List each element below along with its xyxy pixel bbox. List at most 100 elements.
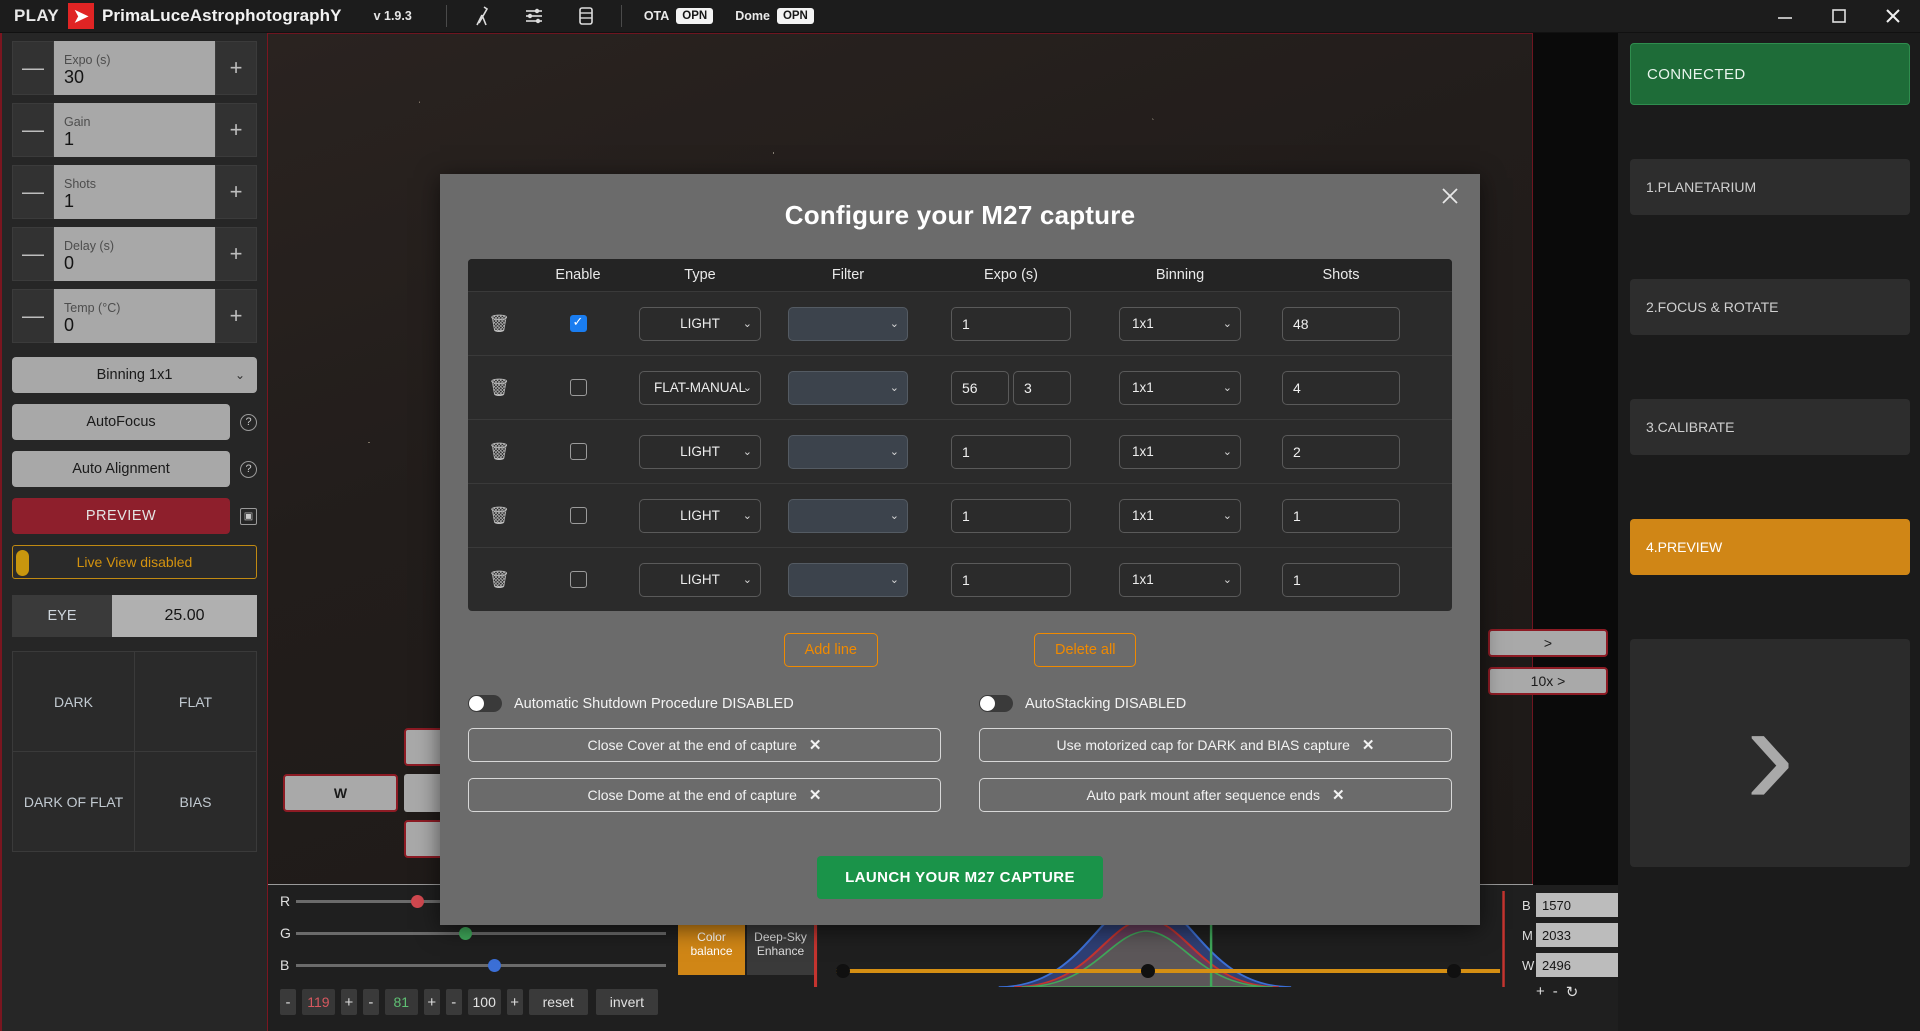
col-type: Type [684,267,716,283]
sequence-table: Enable Type Filter Expo (s) Binning Shot… [468,259,1452,611]
telescope-icon[interactable] [465,6,499,26]
checkbox-icon [569,443,587,460]
row-type-select[interactable]: FLAT-MANUAL ⌄ [626,370,774,405]
chevron-down-icon: ⌄ [1222,318,1232,330]
row-expo-value: 1 [951,434,1071,469]
row-shots-value: 2 [1282,434,1400,469]
row-filter-select[interactable]: ⌄ [774,498,922,533]
row-shots-value: 48 [1282,306,1400,341]
row-shots-input[interactable]: 1 [1260,562,1422,597]
row-binning-select[interactable]: 1x1 ⌄ [1100,498,1260,533]
options-left-column: Automatic Shutdown Procedure DISABLED Cl… [468,695,941,828]
row-type-select[interactable]: LIGHT ⌄ [626,306,774,341]
chevron-down-icon: ⌄ [889,574,899,586]
row-shots-input[interactable]: 1 [1260,498,1422,533]
row-delete-button[interactable]: 🗑 [468,442,530,462]
checkbox-icon [569,507,587,524]
row-expo-input[interactable]: 1 [922,434,1100,469]
app-version: v 1.9.3 [373,9,412,23]
chevron-down-icon: ⌄ [889,382,899,394]
row-shots-input[interactable]: 2 [1260,434,1422,469]
chevron-down-icon: ⌄ [889,510,899,522]
autostacking-label: AutoStacking DISABLED [1025,695,1187,712]
row-type-select[interactable]: LIGHT ⌄ [626,434,774,469]
row-enable-checkbox[interactable] [530,443,626,460]
row-expo-input[interactable]: 56 3 [922,370,1100,405]
title-bar: PLAY ➤ PrimaLuceAstrophotographY v 1.9.3… [0,0,1920,33]
row-binning-value: 1x1 [1132,316,1154,331]
row-type-value: LIGHT [680,444,720,459]
row-delete-button[interactable]: 🗑 [468,378,530,398]
row-expo-input[interactable]: 1 [922,498,1100,533]
auto-shutdown-toggle[interactable] [468,695,502,712]
launch-row: LAUNCH YOUR M27 CAPTURE [440,856,1480,899]
row-delete-button[interactable]: 🗑 [468,570,530,590]
delete-all-button[interactable]: Delete all [1033,633,1137,667]
row-delete-button[interactable]: 🗑 [468,506,530,526]
close-button[interactable] [1866,0,1920,33]
close-dome-option[interactable]: Close Dome at the end of capture ✕ [468,778,941,812]
autostacking-toggle-row: AutoStacking DISABLED [979,695,1452,712]
row-shots-input[interactable]: 48 [1260,306,1422,341]
row-type-select[interactable]: LIGHT ⌄ [626,562,774,597]
close-icon[interactable] [1440,186,1460,210]
row-binning-value: 1x1 [1132,444,1154,459]
row-enable-checkbox[interactable] [530,314,626,332]
row-expo-value: 1 [951,306,1071,341]
maximize-button[interactable] [1812,0,1866,33]
trash-icon: 🗑 [488,441,510,461]
col-shots: Shots [1322,267,1360,283]
row-filter-select[interactable]: ⌄ [774,562,922,597]
close-icon-small: ✕ [1361,737,1375,754]
motorized-cap-option[interactable]: Use motorized cap for DARK and BIAS capt… [979,728,1452,762]
row-expo-value: 1 [951,562,1071,597]
close-icon-small: ✕ [1331,787,1345,804]
row-binning-select[interactable]: 1x1 ⌄ [1100,434,1260,469]
row-binning-select[interactable]: 1x1 ⌄ [1100,370,1260,405]
row-binning-value: 1x1 [1132,508,1154,523]
row-enable-checkbox[interactable] [530,571,626,588]
row-binning-select[interactable]: 1x1 ⌄ [1100,562,1260,597]
row-expo-value: 56 [951,370,1009,405]
modal-overlay: Configure your M27 capture Enable Type F… [0,33,1920,1031]
minimize-button[interactable] [1758,0,1812,33]
auto-park-option[interactable]: Auto park mount after sequence ends ✕ [979,778,1452,812]
app-window: PLAY ➤ PrimaLuceAstrophotographY v 1.9.3… [0,0,1920,1031]
dome-status-badge[interactable]: OPN [776,8,814,24]
row-filter-select[interactable]: ⌄ [774,434,922,469]
table-row: 🗑 LIGHT ⌄ ⌄ 1 1x1 ⌄ 48 [468,291,1452,355]
autostacking-toggle[interactable] [979,695,1013,712]
close-cover-option[interactable]: Close Cover at the end of capture ✕ [468,728,941,762]
options-grid: Automatic Shutdown Procedure DISABLED Cl… [468,695,1452,828]
row-binning-value: 1x1 [1132,380,1154,395]
col-filter: Filter [831,267,865,283]
row-enable-checkbox[interactable] [530,379,626,396]
row-type-select[interactable]: LIGHT ⌄ [626,498,774,533]
close-dome-label: Close Dome at the end of capture [587,787,797,803]
play-label: PLAY [14,6,59,25]
row-type-value: LIGHT [680,316,720,331]
row-delete-button[interactable]: 🗑 [468,314,530,334]
row-shots-input[interactable]: 4 [1260,370,1422,405]
launch-capture-button[interactable]: LAUNCH YOUR M27 CAPTURE [817,856,1103,899]
ota-status-badge[interactable]: OPN [676,8,714,24]
add-line-button[interactable]: Add line [783,633,878,667]
row-binning-select[interactable]: 1x1 ⌄ [1100,306,1260,341]
panel-icon[interactable] [569,7,603,25]
divider-2 [620,5,622,27]
row-shots-value: 1 [1282,498,1400,533]
row-filter-select[interactable]: ⌄ [774,370,922,405]
close-icon-small: ✕ [808,787,822,804]
table-row: 🗑 LIGHT ⌄ ⌄ 1 1x1 ⌄ 1 [468,547,1452,611]
row-filter-select[interactable]: ⌄ [774,306,922,341]
row-expo-input[interactable]: 1 [922,306,1100,341]
auto-shutdown-toggle-row: Automatic Shutdown Procedure DISABLED [468,695,941,712]
window-controls [1758,0,1920,33]
chevron-down-icon: ⌄ [1222,446,1232,458]
row-expo-value: 1 [951,498,1071,533]
row-enable-checkbox[interactable] [530,507,626,524]
row-expo-input[interactable]: 1 [922,562,1100,597]
divider [445,5,447,27]
row-type-value: LIGHT [680,508,720,523]
sliders-icon[interactable] [517,7,551,25]
